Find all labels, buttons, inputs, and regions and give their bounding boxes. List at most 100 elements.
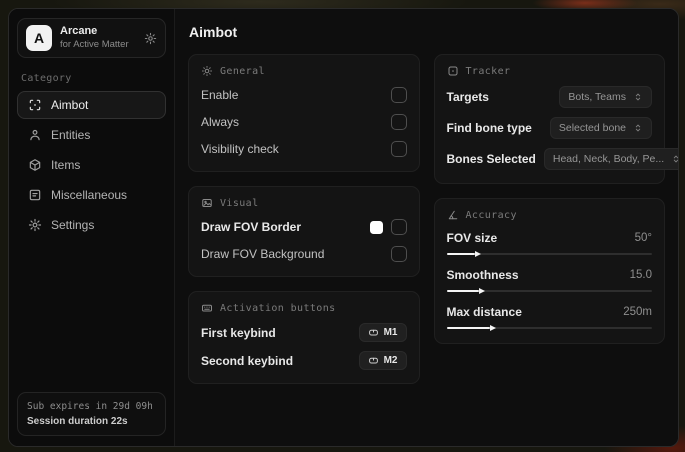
dropdown-value: Selected bone [558,122,626,134]
second-keybind-button[interactable]: M2 [358,351,407,370]
slider-thumb[interactable] [475,251,482,257]
slider-thumb[interactable] [489,325,496,331]
main-content: Aimbot General Enable Always Visibility … [175,9,678,446]
section-title: General [220,65,265,77]
sidebar-item-items[interactable]: Items [17,151,166,179]
fov-size-slider[interactable] [446,251,652,257]
board-icon [28,188,42,202]
setting-row: Targets Bots, Teams [447,86,652,108]
sidebar-item-miscellaneous[interactable]: Miscellaneous [17,181,166,209]
setting-label: Second keybind [201,353,294,368]
sidebar-item-aimbot[interactable]: Aimbot [17,91,166,119]
tracker-card: Tracker Targets Bots, Teams Find bone ty… [433,54,678,184]
session-duration-text: Session duration 22s [27,416,128,427]
setting-label: Draw FOV Background [201,247,325,261]
setting-label: Max distance [446,305,522,319]
activation-card-header: Activation buttons [201,302,407,314]
mouse-icon [368,327,379,338]
setting-label: Smoothness [446,268,519,282]
always-checkbox[interactable] [390,114,407,130]
setting-label: FOV size [446,231,498,245]
sidebar-item-entities[interactable]: Entities [17,121,166,149]
setting-label: Find bone type [446,121,532,135]
chevron-up-down-icon [671,154,678,164]
mouse-icon [368,355,379,366]
sidebar-item-label: Settings [51,218,95,232]
page-title: Aimbot [189,24,238,40]
category-label: Category [21,73,72,84]
dropdown-value: Bots, Teams [568,91,626,103]
setting-row: Enable [201,86,407,104]
max-distance-slider-block: Max distance 250m [446,305,652,331]
accuracy-card-header: Accuracy [447,209,653,221]
sidebar-item-settings[interactable]: Settings [17,211,166,239]
slider-thumb[interactable] [479,288,486,294]
general-card: General Enable Always Visibility check [188,54,420,172]
sub-expires-text: Sub expires in 29d 09h [27,401,153,412]
focus-icon [447,65,459,77]
visibility-check-checkbox[interactable] [390,141,407,157]
gear-icon[interactable] [144,32,157,45]
section-title: Activation buttons [220,302,336,314]
person-icon [28,128,42,142]
bones-selected-dropdown[interactable]: Head, Neck, Body, Pe... [543,148,678,170]
max-distance-slider[interactable] [446,325,652,331]
general-card-header: General [201,65,407,77]
subscription-info-box: Sub expires in 29d 09h Session duration … [17,392,166,436]
scan-icon [28,98,42,112]
tracker-card-header: Tracker [447,65,653,77]
setting-label: Visibility check [201,142,279,156]
visual-card: Visual Draw FOV Border Draw FOV Backgrou… [188,186,420,277]
slider-fill [446,251,482,257]
gear-icon [28,218,42,232]
image-icon [201,197,213,209]
cube-icon [28,158,42,172]
slider-value: 15.0 [629,269,652,281]
setting-row: Find bone type Selected bone [446,117,652,139]
setting-row: Always [201,113,407,131]
find-bone-type-dropdown[interactable]: Selected bone [549,117,652,139]
brand-name: Arcane [60,25,98,38]
draw-fov-border-checkbox[interactable] [390,219,407,235]
draw-fov-background-checkbox[interactable] [390,246,407,262]
slider-fill [446,325,496,331]
setting-row: Bones Selected Head, Neck, Body, Pe... [446,148,678,170]
slider-value: 250m [623,306,652,318]
right-column: Tracker Targets Bots, Teams Find bone ty… [433,54,678,398]
sun-icon [201,65,213,77]
keybind-value: M1 [383,327,398,338]
dropdown-value: Head, Neck, Body, Pe... [552,153,665,165]
sidebar-item-label: Entities [51,128,91,142]
fov-size-slider-block: FOV size 50° [446,231,652,257]
enable-checkbox[interactable] [390,87,407,103]
angle-icon [447,209,459,221]
smoothness-slider[interactable] [446,288,652,294]
sidebar-item-label: Aimbot [51,98,89,112]
setting-label: Draw FOV Border [201,220,302,234]
brand-card: A Arcane for Active Matter [17,18,166,58]
setting-label: Always [201,115,240,129]
setting-label: Bones Selected [446,152,536,166]
setting-label: First keybind [201,325,276,340]
arcane-logo: A [26,25,52,51]
setting-row: Second keybind M2 [201,351,407,370]
accuracy-card: Accuracy FOV size 50° Smoothness 15.0 Ma… [433,198,665,344]
chevron-up-down-icon [633,123,643,133]
setting-row: Visibility check [201,140,407,158]
setting-row: Draw FOV Border [201,218,407,236]
setting-label: Enable [201,88,239,102]
visual-card-header: Visual [201,197,407,209]
section-title: Tracker [465,65,511,77]
keybind-value: M2 [383,355,398,366]
sidebar-item-label: Miscellaneous [51,188,128,202]
fov-border-color-swatch[interactable] [369,220,383,234]
section-title: Accuracy [465,209,517,221]
slider-value: 50° [634,232,652,244]
arcane-window: A Arcane for Active Matter Category Aimb… [8,8,679,447]
activation-card: Activation buttons First keybind M1 Seco… [188,291,420,384]
sidebar-item-label: Items [51,158,81,172]
targets-dropdown[interactable]: Bots, Teams [559,86,652,108]
first-keybind-button[interactable]: M1 [358,323,407,342]
left-column: General Enable Always Visibility check V… [188,54,420,398]
slider-fill [446,288,486,294]
